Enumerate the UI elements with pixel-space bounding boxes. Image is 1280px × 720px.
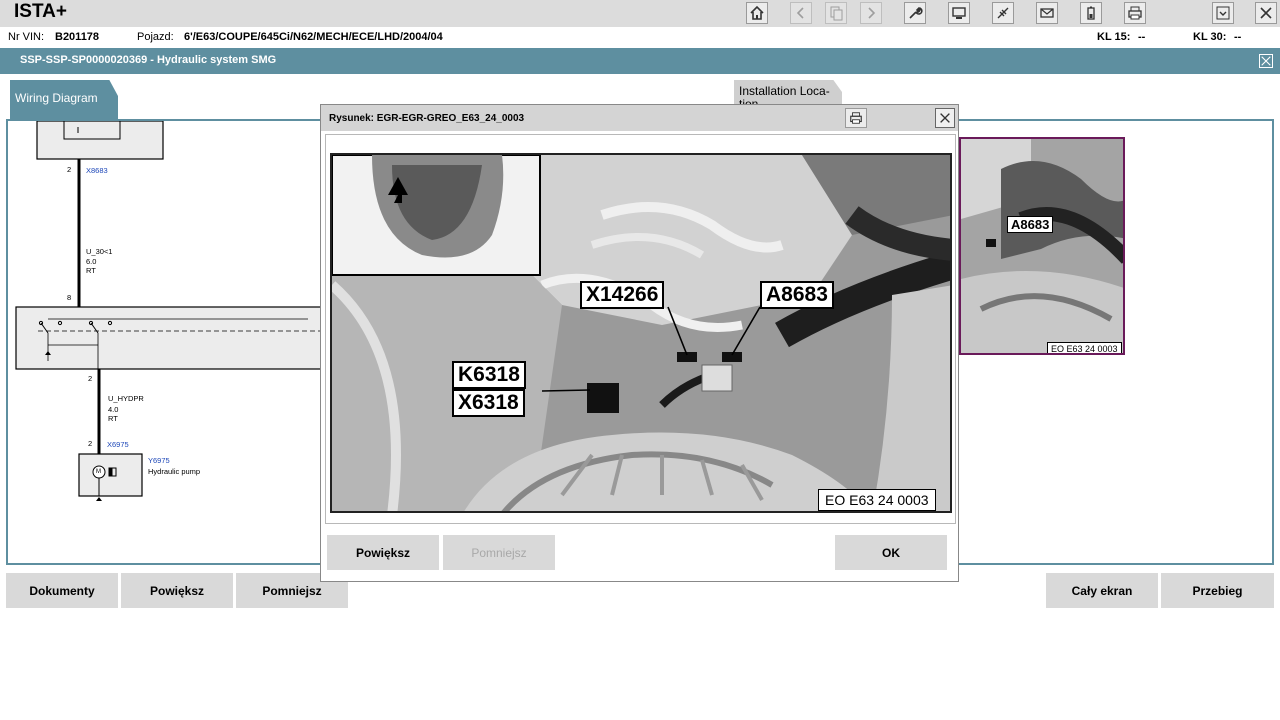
engine-bay-photo [961, 139, 1123, 353]
mail-icon[interactable] [1036, 2, 1058, 24]
home-icon[interactable] [746, 2, 768, 24]
wire-color: RT [108, 414, 118, 423]
dialog-close-icon[interactable] [935, 108, 955, 128]
vin-label: Nr VIN: [8, 31, 45, 43]
engine-bay-photo [332, 155, 950, 511]
wire-name: U_30<1 [86, 247, 113, 256]
wrench-icon[interactable] [904, 2, 926, 24]
callout-label: A8683 [760, 281, 834, 309]
connector-label[interactable]: X8683 [86, 166, 108, 175]
back-icon[interactable] [790, 2, 812, 24]
image-dialog: Rysunek: EGR-EGR-GREO_E63_24_0003 X14266… [320, 104, 959, 582]
installation-photo[interactable]: X14266 A8683 K6318 X6318 EO E63 24 0003 [330, 153, 952, 513]
forward-icon[interactable] [860, 2, 882, 24]
connector-label[interactable]: X6975 [107, 440, 129, 449]
pin-label: 8 [67, 293, 72, 302]
image-caption: EO E63 24 0003 [818, 489, 936, 511]
document-title: SSP-SSP-SP0000020369 - Hydraulic system … [20, 54, 277, 66]
app-title: ISTA+ [14, 1, 67, 22]
callout-label: A8683 [1007, 216, 1054, 233]
component-id[interactable]: Y6975 [148, 456, 170, 465]
dialog-zoom-out-button[interactable]: Pomniejsz [443, 535, 555, 570]
vehicle-info-bar: Nr VIN: B201178 Pojazd: 6'/E63/COUPE/645… [0, 27, 1280, 48]
kl30-value: -- [1234, 31, 1242, 43]
kl15-label: KL 15: [1097, 31, 1131, 43]
display-icon[interactable] [948, 2, 970, 24]
document-title-bar: SSP-SSP-SP0000020369 - Hydraulic system … [0, 48, 1280, 74]
documents-button[interactable]: Dokumenty [6, 573, 118, 608]
print-icon[interactable] [1124, 2, 1146, 24]
tab-wiring-label: Wiring Diagram [15, 91, 98, 105]
kl15-value: -- [1138, 31, 1146, 43]
print-icon[interactable] [845, 108, 867, 128]
dialog-header: Rysunek: EGR-EGR-GREO_E63_24_0003 [321, 105, 958, 131]
pin-label: 2 [88, 374, 93, 383]
wire-size: 4.0 [108, 405, 119, 414]
vehicle-label: Pojazd: [137, 31, 174, 43]
wire-size: 6.0 [86, 257, 97, 266]
close-icon[interactable] [1255, 2, 1277, 24]
pin-label: 2 [67, 165, 72, 174]
kl30-label: KL 30: [1193, 31, 1227, 43]
callout-label: K6318 [452, 361, 526, 389]
procedure-button[interactable]: Przebieg [1161, 573, 1274, 608]
minimize-icon[interactable] [1212, 2, 1234, 24]
component-description: Hydraulic pump [148, 467, 201, 476]
callout-label: X14266 [580, 281, 665, 309]
dialog-zoom-in-button[interactable]: Powiększ [327, 535, 439, 570]
installation-image-preview[interactable]: A8683 EO E63 24 0003 [959, 137, 1125, 355]
dialog-title: Rysunek: EGR-EGR-GREO_E63_24_0003 [329, 113, 525, 124]
copy-icon[interactable] [825, 2, 847, 24]
pin-label: 2 [88, 439, 93, 448]
fullscreen-button[interactable]: Cały ekran [1046, 573, 1158, 608]
ok-button[interactable]: OK [835, 535, 947, 570]
vehicle-value: 6'/E63/COUPE/645Ci/N62/MECH/ECE/LHD/2004… [184, 31, 443, 43]
motor-symbol: M [96, 469, 101, 475]
wire-name: U_HYDPR [108, 394, 144, 403]
image-caption: EO E63 24 0003 [1047, 342, 1122, 353]
battery-icon[interactable] [1080, 2, 1102, 24]
title-bar: ISTA+ [0, 0, 1280, 27]
document-close-icon[interactable] [1259, 54, 1273, 68]
callout-label: X6318 [452, 389, 525, 417]
tab-wiring-diagram[interactable]: Wiring Diagram [10, 80, 118, 120]
wire-color: RT [86, 266, 96, 275]
connection-icon[interactable] [992, 2, 1014, 24]
zoom-in-button[interactable]: Powiększ [121, 573, 233, 608]
vin-value: B201178 [55, 31, 100, 43]
dialog-image-frame: X14266 A8683 K6318 X6318 EO E63 24 0003 [325, 134, 956, 524]
